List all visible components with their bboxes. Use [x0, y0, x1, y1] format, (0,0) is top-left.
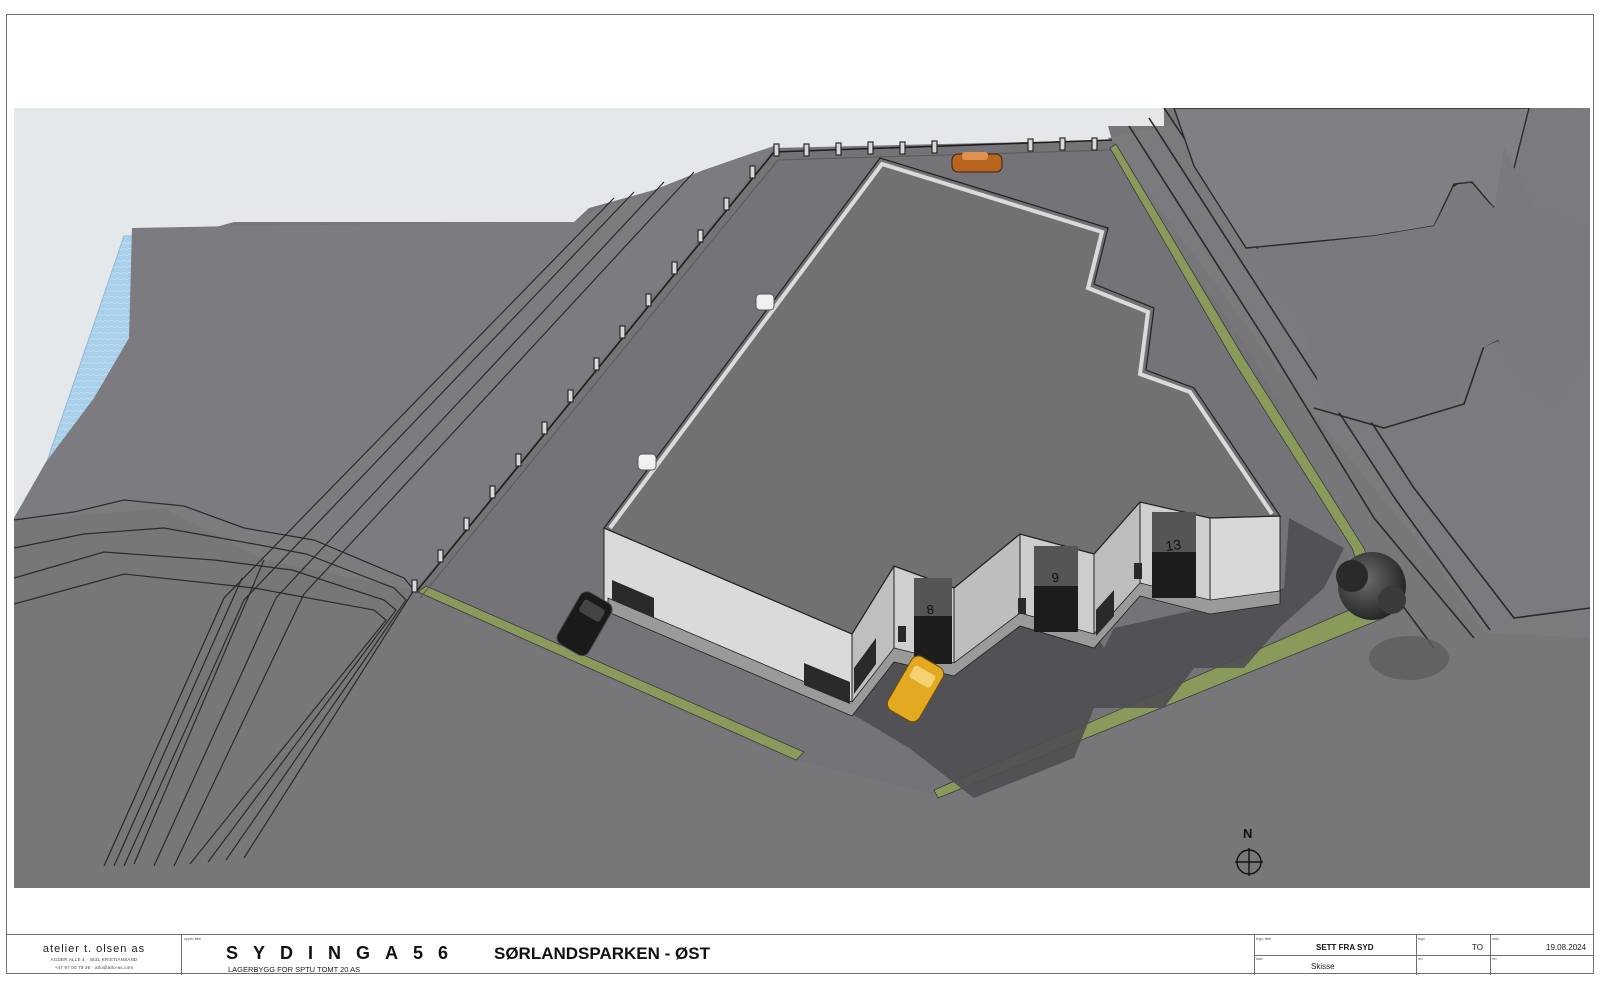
unit-label-13: 13 — [1164, 536, 1182, 554]
car-white-2 — [637, 453, 657, 471]
drawing-label: tegn. tittel — [1256, 937, 1272, 941]
drawn-by: TO — [1472, 943, 1483, 952]
project-subtitle: SØRLANDSPARKEN - ØST — [494, 944, 710, 963]
site-render-3d: 8 9 13 — [14, 108, 1590, 888]
car-white-1 — [755, 293, 775, 311]
rev-label-2: rev — [1492, 957, 1497, 961]
type-label: fase — [1256, 957, 1263, 961]
title-block: atelier t. olsen as AGDER ALLE 4 · 4631 … — [6, 934, 1594, 975]
by-label: tegn — [1418, 937, 1425, 941]
firm-cell: atelier t. olsen as AGDER ALLE 4 · 4631 … — [6, 935, 182, 975]
car-orange — [951, 152, 1003, 173]
project-description: LAGERBYGG FOR SPTU TOMT 20 AS — [228, 965, 361, 974]
project-title: SYDINGA56 — [226, 943, 464, 963]
firm-address: AGDER ALLE 4 · 4631 KRISTIANSAND — [50, 957, 138, 962]
divider — [1254, 955, 1594, 956]
firm-contact: +47 97 00 78 26 · atlo@atlo-as.com — [54, 965, 134, 970]
drawing-date: 19.08.2024 — [1546, 943, 1587, 952]
drawing-title: SETT FRA SYD — [1316, 943, 1374, 952]
project-label: oppdr. tittel — [184, 937, 202, 941]
drawing-type: Skisse — [1311, 962, 1335, 971]
firm-name: atelier t. olsen as — [42, 943, 146, 955]
date-label: dato — [1492, 937, 1499, 941]
rev-label: rev — [1418, 957, 1423, 961]
north-label: N — [1243, 826, 1253, 841]
